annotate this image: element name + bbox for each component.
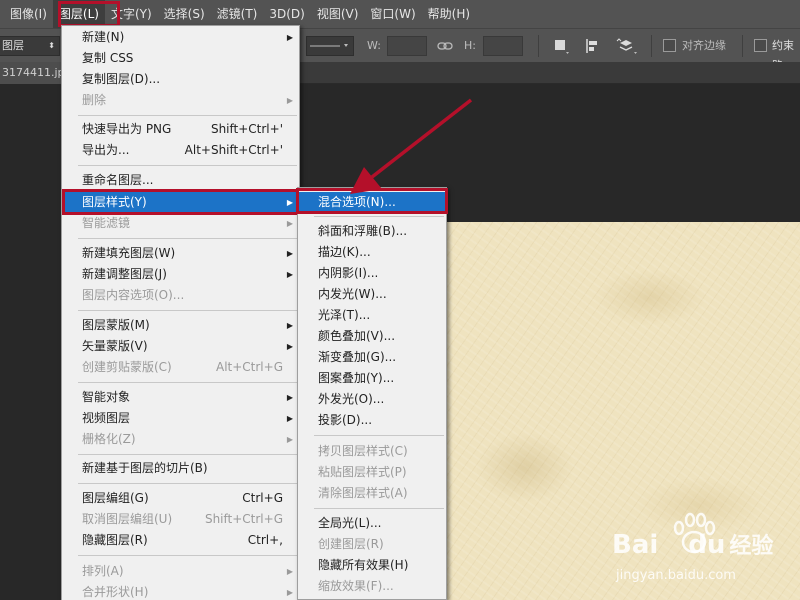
annotation-arrow-icon — [350, 98, 473, 194]
watermark-brand: Bai — [612, 530, 659, 560]
watermark-url: jingyan.baidu.com — [616, 568, 736, 583]
watermark-cn: 经验 — [729, 534, 774, 559]
baidu-watermark: Bai du 经验 jingyan.baidu.com — [612, 512, 792, 594]
watermark-brand-suffix: du — [688, 530, 726, 560]
